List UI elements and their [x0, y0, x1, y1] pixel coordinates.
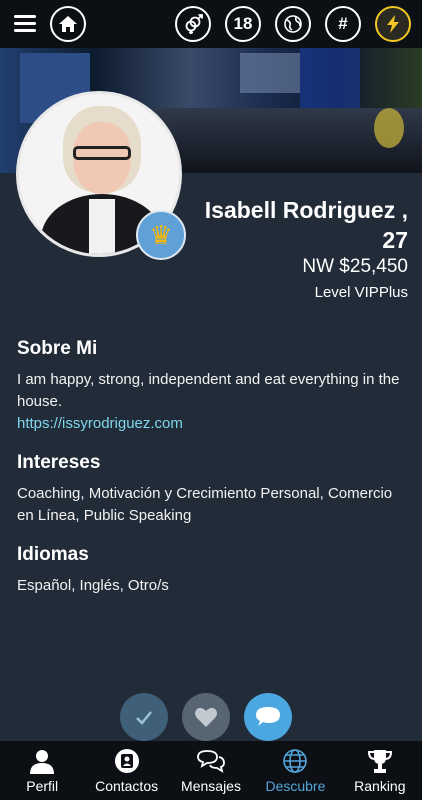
nav-item-descubre[interactable]: Descubre: [253, 741, 337, 800]
level-badge: Level VIPPlus: [314, 284, 408, 301]
region-filter-button[interactable]: [275, 6, 311, 42]
hashtag-label: #: [338, 14, 348, 33]
nav-label-mensajes: Mensajes: [181, 778, 241, 794]
age-filter-button[interactable]: 18: [225, 6, 261, 42]
nav-item-ranking[interactable]: Ranking: [338, 741, 422, 800]
nav-item-contactos[interactable]: Contactos: [84, 741, 168, 800]
check-icon: [136, 711, 152, 725]
about-heading: Sobre Mi: [17, 338, 98, 359]
languages-text: Español, Inglés, Otro/s: [17, 577, 169, 594]
age-filter-label: 18: [233, 14, 253, 33]
trophy-icon: [367, 750, 392, 773]
like-button[interactable]: [182, 693, 230, 741]
languages-heading: Idiomas: [17, 544, 89, 565]
nav-item-mensajes[interactable]: Mensajes: [169, 741, 253, 800]
nav-label-perfil: Perfil: [26, 778, 59, 794]
bottom-nav: Perfil Contactos Mensajes Descubre Ranki…: [0, 741, 422, 800]
interests-text: Coaching, Motivación y Crecimiento Perso…: [17, 485, 393, 524]
nav-label-descubre: Descubre: [265, 778, 326, 794]
top-bar: 18 #: [0, 0, 422, 48]
nav-label-contactos: Contactos: [95, 778, 159, 794]
interests-heading: Intereses: [17, 452, 101, 473]
hashtag-filter-button[interactable]: #: [325, 6, 361, 42]
home-button[interactable]: [50, 6, 86, 42]
chat-bubble-icon: [256, 707, 280, 726]
interests-section: Intereses Coaching, Motivación y Crecimi…: [17, 452, 407, 527]
net-worth: NW $25,450: [302, 256, 408, 277]
languages-section: Idiomas Español, Inglés, Otro/s: [17, 544, 407, 597]
nav-label-ranking: Ranking: [354, 778, 406, 794]
about-text: I am happy, strong, independent and eat …: [17, 371, 400, 410]
lightning-icon: [387, 15, 399, 33]
accept-button[interactable]: [120, 693, 168, 741]
about-section: Sobre Mi I am happy, strong, independent…: [17, 338, 407, 435]
nav-item-perfil[interactable]: Perfil: [0, 741, 84, 800]
gender-filter-button[interactable]: [175, 6, 211, 42]
message-button[interactable]: [244, 693, 292, 741]
home-icon: [59, 16, 77, 32]
boost-button[interactable]: [375, 6, 411, 42]
globe-icon: [283, 749, 308, 773]
profile-name-block: Isabell Rodriguez , 27: [178, 195, 408, 255]
menu-icon[interactable]: [14, 15, 36, 33]
website-link[interactable]: https://issyrodriguez.com: [17, 415, 183, 432]
profile-age: 27: [382, 227, 408, 253]
heart-icon: [195, 707, 217, 727]
globe-icon: [284, 15, 302, 33]
gender-icon: [185, 14, 203, 34]
contacts-icon: [114, 749, 139, 773]
profile-name: Isabell Rodriguez ,: [204, 197, 408, 223]
person-icon: [30, 750, 55, 774]
messages-icon: [197, 750, 225, 773]
